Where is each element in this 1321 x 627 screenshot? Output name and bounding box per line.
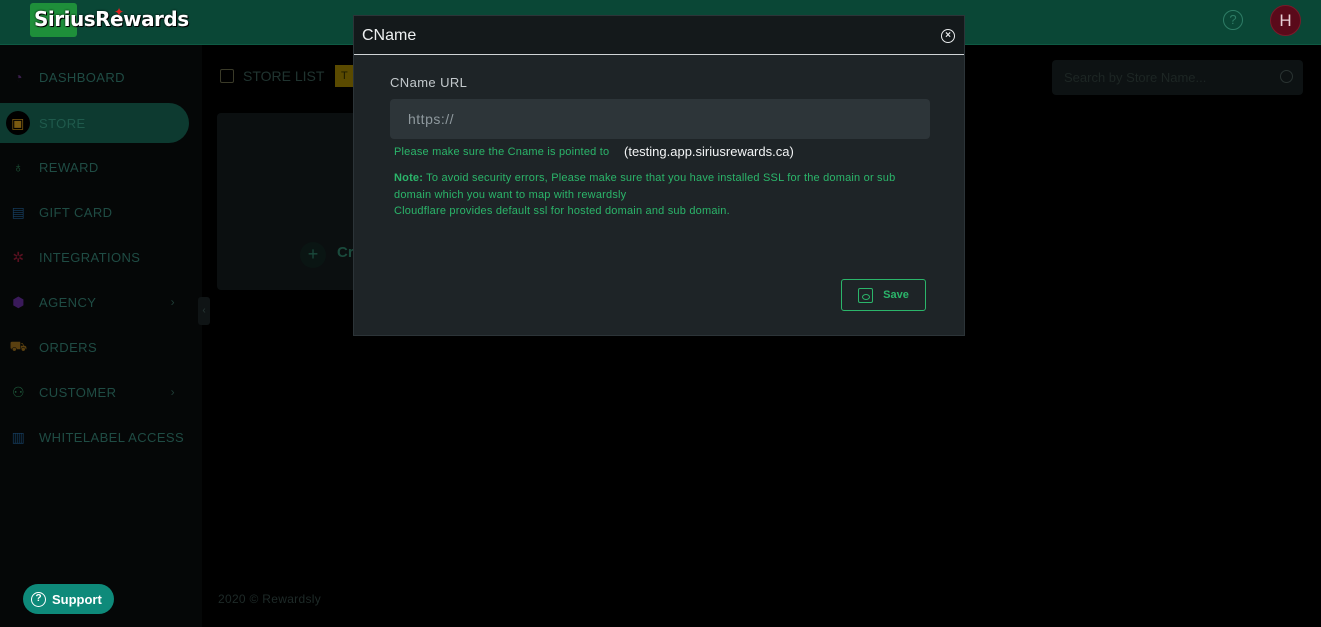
ssl-note: Note: To avoid security errors, Please m…: [394, 170, 924, 220]
brand-logo[interactable]: SiriusRewards ✦: [30, 3, 189, 37]
cname-target: (testing.app.siriusrewards.ca): [624, 144, 794, 159]
integrations-icon: ✲: [12, 248, 25, 265]
store-icon: [220, 69, 234, 83]
chevron-right-icon: ›: [170, 385, 175, 399]
footer-copyright: 2020 © Rewardsly: [218, 592, 322, 606]
page-title: STORE LIST: [220, 68, 324, 84]
sidebar-item-gift-card[interactable]: ▤ GIFT CARD: [0, 192, 189, 232]
sidebar-item-customer[interactable]: ⚇ CUSTOMER ›: [0, 372, 189, 412]
sidebar-item-label: AGENCY: [39, 294, 97, 310]
logo-star-icon: ✦: [114, 5, 125, 19]
customer-icon: ⚇: [12, 383, 25, 400]
sidebar-item-reward[interactable]: ♁ REWARD: [0, 147, 189, 187]
sidebar-item-agency[interactable]: ⬢ AGENCY ›: [0, 282, 189, 322]
cname-url-input[interactable]: [390, 99, 930, 139]
sidebar-item-dashboard[interactable]: ◔ DASHBOARD: [0, 57, 189, 97]
cart-icon: ⛟: [9, 337, 28, 354]
sidebar: ◔ DASHBOARD ▣ STORE ♁ REWARD ▤ GIFT CARD…: [0, 45, 202, 627]
sidebar-collapse-handle[interactable]: ‹: [198, 297, 210, 325]
sidebar-item-label: STORE: [39, 115, 86, 131]
sidebar-item-label: ORDERS: [39, 339, 98, 355]
sidebar-item-label: DASHBOARD: [39, 69, 125, 85]
sidebar-item-store[interactable]: ▣ STORE: [0, 103, 189, 143]
sidebar-item-label: REWARD: [39, 159, 99, 175]
sidebar-item-whitelabel-access[interactable]: ▥ WHITELABEL ACCESS: [0, 417, 189, 457]
sidebar-item-label: CUSTOMER: [39, 384, 117, 400]
sidebar-item-label: INTEGRATIONS: [39, 249, 141, 265]
note-line-2: Cloudflare provides default ssl for host…: [394, 205, 730, 217]
note-label: Note:: [394, 172, 424, 184]
support-button[interactable]: ? Support: [23, 584, 114, 614]
search-icon: [1280, 70, 1293, 83]
avatar[interactable]: H: [1270, 5, 1301, 36]
save-icon: [858, 287, 874, 303]
question-circle-icon: ?: [31, 591, 46, 607]
brand-name: SiriusRewards: [34, 7, 189, 31]
create-store-card[interactable]: [217, 113, 357, 290]
create-store-label: Cr: [337, 244, 354, 261]
whitelabel-icon: ▥: [11, 428, 26, 445]
note-text: To avoid security errors, Please make su…: [394, 172, 896, 201]
reward-icon: ♁: [13, 159, 24, 175]
status-badge: T: [335, 65, 355, 87]
sidebar-item-orders[interactable]: ⛟ ORDERS: [0, 327, 189, 367]
search-placeholder: Search by Store Name...: [1064, 70, 1207, 85]
store-list-title: STORE LIST: [243, 68, 325, 84]
chevron-right-icon: ›: [170, 295, 175, 309]
close-icon[interactable]: ×: [941, 29, 955, 43]
cname-modal: CName × CName URL Please make sure the C…: [353, 15, 965, 336]
agency-icon: ⬢: [12, 293, 25, 310]
support-label: Support: [52, 591, 102, 607]
question-circle-icon[interactable]: ?: [1223, 10, 1243, 30]
cname-hint: Please make sure the Cname is pointed to: [394, 146, 610, 158]
save-button[interactable]: Save: [841, 279, 926, 311]
sidebar-item-label: WHITELABEL ACCESS: [39, 429, 185, 445]
sidebar-item-label: GIFT CARD: [39, 204, 113, 220]
plus-icon[interactable]: +: [300, 242, 326, 268]
gift-card-icon: ▤: [11, 203, 26, 220]
modal-header: CName ×: [354, 16, 964, 55]
sidebar-item-integrations[interactable]: ✲ INTEGRATIONS: [0, 237, 189, 277]
cname-url-label: CName URL: [390, 75, 468, 90]
dashboard-icon: ◔: [14, 69, 23, 85]
store-icon: ▣: [6, 111, 30, 135]
app-root: SiriusRewards ✦ ? H ◔ DASHBOARD ▣ STORE …: [0, 0, 1321, 627]
search-input[interactable]: Search by Store Name...: [1052, 60, 1303, 95]
save-label: Save: [883, 289, 909, 301]
modal-title: CName: [362, 27, 417, 44]
